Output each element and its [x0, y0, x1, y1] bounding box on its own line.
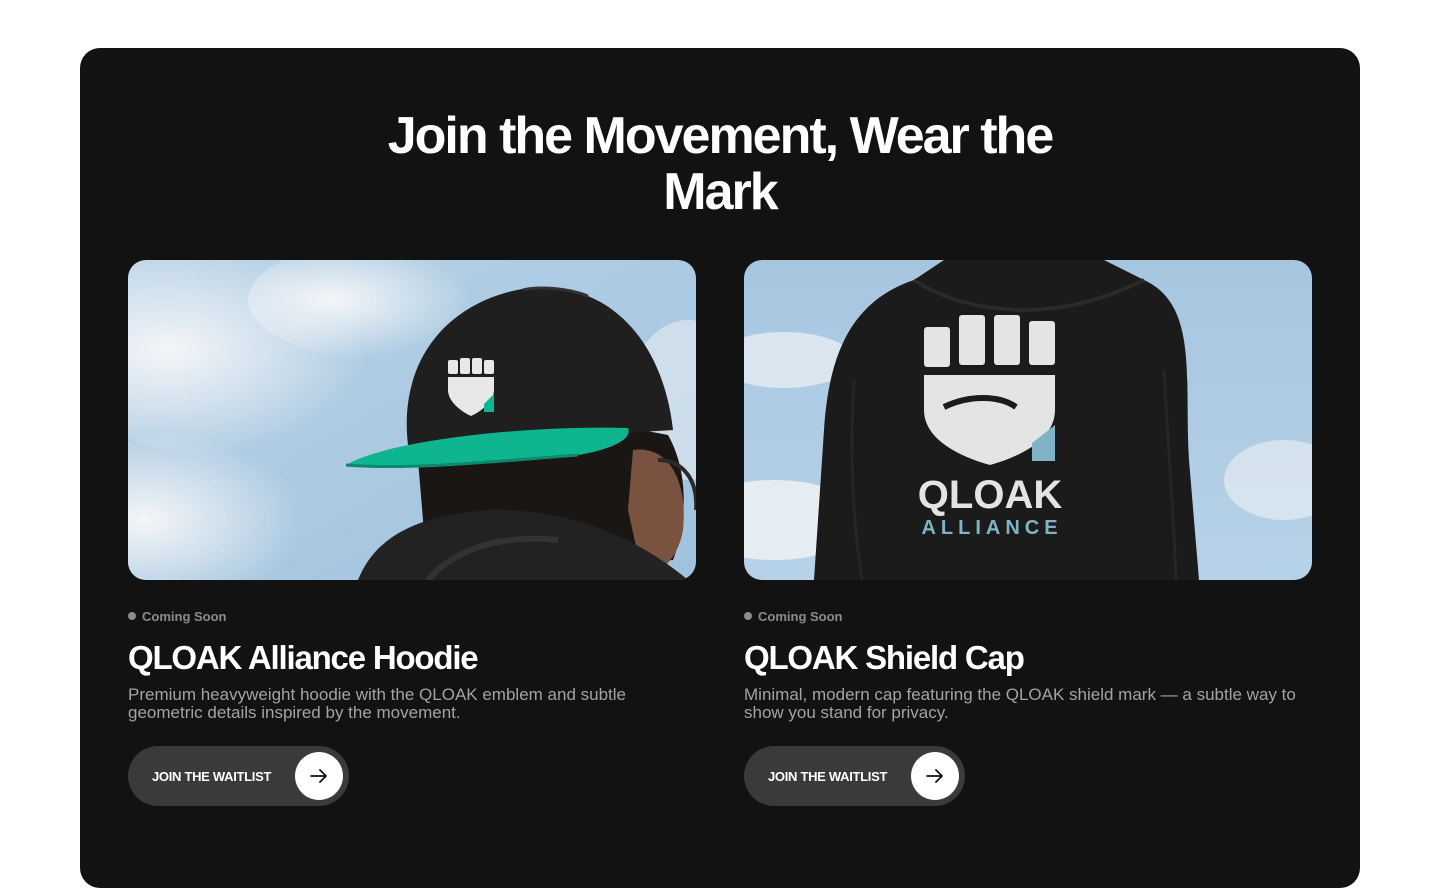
- status-label: Coming Soon: [142, 608, 227, 624]
- join-waitlist-button[interactable]: JOIN THE WAITLIST: [128, 746, 350, 806]
- join-waitlist-label: JOIN THE WAITLIST: [152, 768, 272, 784]
- status-indicator: Coming Soon: [128, 608, 696, 624]
- headline-line-2: Mark: [663, 163, 778, 221]
- product-title: QLOAK Alliance Hoodie: [128, 639, 479, 676]
- arrow-right-icon: [295, 752, 344, 800]
- merch-section: Join the Movement, Wear the Mark Coming …: [80, 48, 1360, 888]
- join-waitlist-button[interactable]: JOIN THE WAITLIST: [744, 746, 966, 806]
- arrow-right-icon: [911, 752, 960, 800]
- product-image-hoodie-photo: QLOAK ALLIANCE: [744, 260, 1312, 580]
- status-label: Coming Soon: [758, 608, 843, 624]
- dot-icon: [128, 612, 136, 620]
- hoodie-print-brand: QLOAK: [918, 473, 1063, 517]
- section-headline: Join the Movement, Wear the Mark: [80, 108, 1360, 220]
- product-image-cap-photo: [128, 260, 696, 580]
- hoodie-print-sub: ALLIANCE: [921, 517, 1062, 539]
- product-card-cap: QLOAK ALLIANCE Coming Soon QLOAK Shield …: [744, 260, 1312, 806]
- product-description: Minimal, modern cap featuring the QLOAK …: [744, 685, 1296, 722]
- dot-icon: [744, 612, 752, 620]
- product-description: Premium heavyweight hoodie with the QLOA…: [128, 685, 626, 722]
- product-card-hoodie: Coming Soon QLOAK Alliance Hoodie Premiu…: [128, 260, 696, 806]
- product-title: QLOAK Shield Cap: [744, 639, 1025, 676]
- join-waitlist-label: JOIN THE WAITLIST: [768, 768, 888, 784]
- headline-line-1: Join the Movement, Wear the: [387, 107, 1055, 165]
- status-indicator: Coming Soon: [744, 608, 1312, 624]
